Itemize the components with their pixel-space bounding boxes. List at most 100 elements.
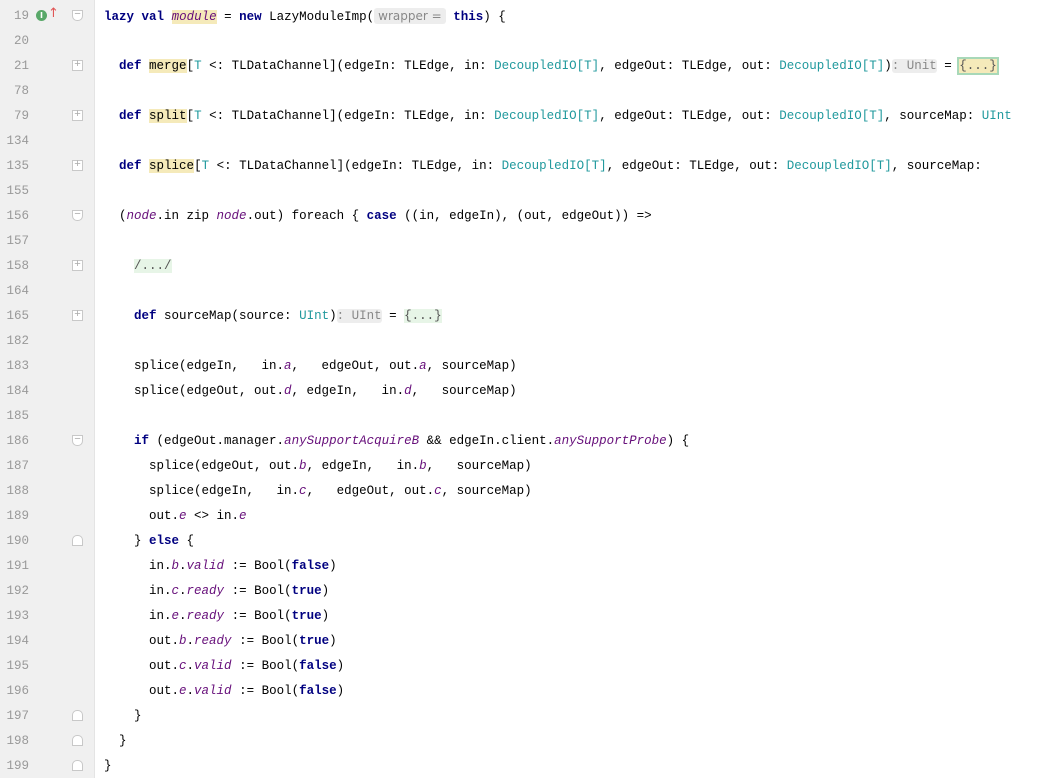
code-line[interactable]: 19 I ↑ − lazy val module = new LazyModuleImp… [0,4,1043,29]
code-token: , edgeIn, in. [306,459,420,473]
code-line[interactable]: 135 + def splice[T <: TLDataChannel](edge… [0,154,1043,179]
code-line[interactable]: 164 [0,279,1043,304]
fold-end-icon[interactable] [72,535,83,546]
code-line[interactable]: 155 [0,179,1043,204]
code-token: module [171,10,217,24]
implements-icon[interactable]: I [36,10,47,21]
code-token: ) [321,584,330,598]
collapse-fold-icon[interactable]: − [72,435,83,446]
code-token: = [936,59,960,73]
code-token: [ [186,109,195,123]
code-line[interactable]: 165 + def sourceMap(source: UInt): UInt =… [0,304,1043,329]
code-token: := Bool( [231,659,300,673]
fold-end-icon[interactable] [72,710,83,721]
code-token: . [186,659,195,673]
code-token: c [171,584,180,598]
fold-end-icon[interactable] [72,735,83,746]
code-token: . [186,684,195,698]
code-text: lazy val module = new LazyModuleImp(wrap… [104,4,506,30]
code-line[interactable]: 195 out.c.valid := Bool(false) [0,654,1043,679]
code-token: splice(edgeOut, out. [104,384,285,398]
folded-block[interactable]: /.../ [134,259,172,273]
code-line[interactable]: 186 − if (edgeOut.manager.anySupportAcqui… [0,429,1043,454]
line-number: 21 [13,59,29,73]
line-number: 156 [6,209,29,223]
folded-block[interactable]: {...} [957,57,999,75]
line-number: 191 [6,559,29,573]
code-line[interactable]: 187 splice(edgeOut, out.b, edgeIn, in.b,… [0,454,1043,479]
line-number: 193 [6,609,29,623]
code-line[interactable]: 189 out.e <> in.e [0,504,1043,529]
code-line[interactable]: 191 in.b.valid := Bool(false) [0,554,1043,579]
keyword: false [299,684,337,698]
collapse-fold-icon[interactable]: − [72,10,83,21]
code-token: ) [321,609,330,623]
expand-fold-icon[interactable]: + [72,60,83,71]
code-token: node [126,209,157,223]
folded-block[interactable]: {...} [404,309,442,323]
fold-end-icon[interactable] [72,760,83,771]
code-line[interactable]: 157 [0,229,1043,254]
code-token: node [216,209,247,223]
code-line[interactable]: 78 [0,79,1043,104]
code-token: ready [194,634,232,648]
code-token: <: TLDataChannel](edgeIn: TLEdge, in: [201,59,495,73]
override-arrow-icon[interactable]: ↑ [48,7,59,20]
expand-fold-icon[interactable]: + [72,110,83,121]
code-token: && edgeIn.client. [419,434,555,448]
code-line[interactable]: 185 [0,404,1043,429]
code-line[interactable]: 184 splice(edgeOut, out.d, edgeIn, in.d,… [0,379,1043,404]
code-token: := Bool( [224,584,292,598]
code-editor[interactable]: 19 I ↑ − lazy val module = new LazyModuleImp… [0,0,1043,778]
code-line[interactable]: 198 } [0,729,1043,754]
code-token: b [299,459,307,473]
code-line[interactable]: 188 splice(edgeIn, in.c, edgeOut, out.c,… [0,479,1043,504]
code-token: = [381,309,405,323]
code-token: c [179,659,187,673]
expand-fold-icon[interactable]: + [72,160,83,171]
code-text: splice(edgeIn, in.c, edgeOut, out.c, sou… [104,479,532,504]
keyword: def [119,59,142,73]
code-line[interactable]: 196 out.e.valid := Bool(false) [0,679,1043,704]
keyword: true [291,609,322,623]
code-token: valid [194,659,232,673]
line-number: 164 [6,284,29,298]
line-number: 158 [6,259,29,273]
inlay-hint: : Unit [891,59,937,73]
code-line[interactable]: 192 in.c.ready := Bool(true) [0,579,1043,604]
code-line[interactable]: 79 + def split[T <: TLDataChannel](edgeIn… [0,104,1043,129]
code-line[interactable]: 193 in.e.ready := Bool(true) [0,604,1043,629]
code-token: , edgeOut: TLEdge, out: [599,109,780,123]
line-number: 196 [6,684,29,698]
code-token: ) { [483,10,506,24]
code-token: UInt [981,109,1012,123]
code-line[interactable]: 182 [0,329,1043,354]
code-line[interactable]: 158 + /.../ [0,254,1043,279]
expand-fold-icon[interactable]: + [72,260,83,271]
code-token: out. [104,509,180,523]
code-line[interactable]: 194 out.b.ready := Bool(true) [0,629,1043,654]
code-line[interactable]: 134 [0,129,1043,154]
code-line[interactable]: 21 + def merge[T <: TLDataChannel](edgeIn… [0,54,1043,79]
expand-fold-icon[interactable]: + [72,310,83,321]
code-line[interactable]: 20 [0,29,1043,54]
code-text: out.e.valid := Bool(false) [104,679,344,704]
code-line[interactable]: 197 } [0,704,1043,729]
code-line[interactable]: 156− (node.in zip node.out) foreach { ca… [0,204,1043,229]
line-number: 165 [6,309,29,323]
code-token: DecoupledIO[T] [494,59,600,73]
code-token: c [434,484,442,498]
code-line[interactable]: 199} [0,754,1043,779]
code-token: in. [104,584,172,598]
line-number: 199 [6,759,29,773]
code-token: , edgeOut: TLEdge, out: [599,59,780,73]
code-line[interactable]: 183 splice(edgeIn, in.a, edgeOut, out.a,… [0,354,1043,379]
code-line[interactable]: 190 } else { [0,529,1043,554]
keyword: false [291,559,330,573]
code-token: , sourceMap) [441,484,532,498]
collapse-fold-icon[interactable]: − [72,210,83,221]
code-token: ready [186,609,225,623]
